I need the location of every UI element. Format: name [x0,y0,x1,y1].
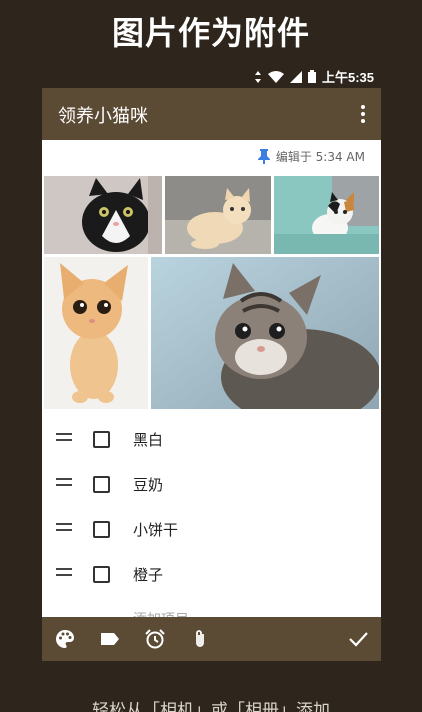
wifi-icon [267,70,284,83]
edited-time: 编辑于 5:34 AM [275,150,365,164]
checklist-item[interactable]: 豆奶 [42,463,381,508]
done-check-icon[interactable] [347,628,369,650]
kitten-photo-2[interactable] [165,176,271,254]
checklist-item-label[interactable]: 橙子 [133,564,163,585]
checklist-item-label[interactable]: 小饼干 [133,519,178,540]
checkbox[interactable] [93,476,110,493]
image-attachments [44,176,379,409]
label-icon[interactable] [99,628,121,650]
palette-icon[interactable] [54,628,76,650]
drag-handle-icon[interactable] [56,478,72,488]
edited-meta: 编辑于 5:34 AM [257,148,365,165]
checklist-item[interactable]: 橙子 [42,553,381,598]
note-app-bar: 领养小猫咪 [42,88,381,140]
pin-icon[interactable] [257,149,270,164]
drag-handle-icon[interactable] [56,523,72,533]
checklist: 黑白 豆奶 小饼干 橙子 添加项目 [42,418,381,628]
checklist-item-label[interactable]: 黑白 [133,429,163,450]
drag-handle-icon[interactable] [56,433,72,443]
status-time: 上午5:35 [321,70,374,85]
caption: 轻松从「相机」或「相册」添加 [92,701,330,712]
checkbox[interactable] [93,431,110,448]
kitten-photo-4[interactable] [44,257,148,409]
checklist-item[interactable]: 黑白 [42,418,381,463]
note-card: 领养小猫咪 编辑于 5:34 AM 黑白 豆奶 小饼干 橙子 [42,88,381,661]
signal-icon [289,70,302,83]
kitten-photo-5[interactable] [151,257,379,409]
battery-icon [307,70,316,83]
headline: 图片作为附件 [111,14,310,52]
note-bottom-toolbar [42,617,381,661]
checkbox[interactable] [93,566,110,583]
data-arrows-icon [254,70,261,83]
attachment-icon[interactable] [189,628,211,650]
status-bar: 上午5:35 [0,66,422,86]
kitten-photo-1[interactable] [44,176,162,254]
checklist-item[interactable]: 小饼干 [42,508,381,553]
alarm-icon[interactable] [144,628,166,650]
kitten-photo-3[interactable] [274,176,379,254]
drag-handle-icon[interactable] [56,568,72,578]
note-title[interactable]: 领养小猫咪 [58,102,148,128]
more-options-icon[interactable] [359,104,367,124]
checkbox[interactable] [93,521,110,538]
checklist-item-label[interactable]: 豆奶 [133,474,163,495]
